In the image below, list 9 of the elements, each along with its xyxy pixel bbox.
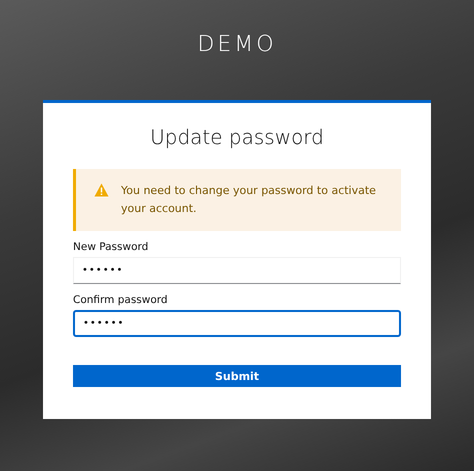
field-label: Confirm password: [73, 294, 169, 306]
brand-logo: DEMO: [197, 32, 277, 59]
warning-icon: [94, 183, 109, 197]
submit-button[interactable]: Submit: [73, 365, 401, 387]
password-field[interactable]: ••••••: [73, 310, 401, 337]
field-label: New Password: [73, 241, 150, 253]
password-field[interactable]: ••••••: [73, 257, 401, 284]
alert-message: You need to change your password to activate your account.: [121, 183, 377, 217]
page-title: Update password: [149, 125, 325, 149]
